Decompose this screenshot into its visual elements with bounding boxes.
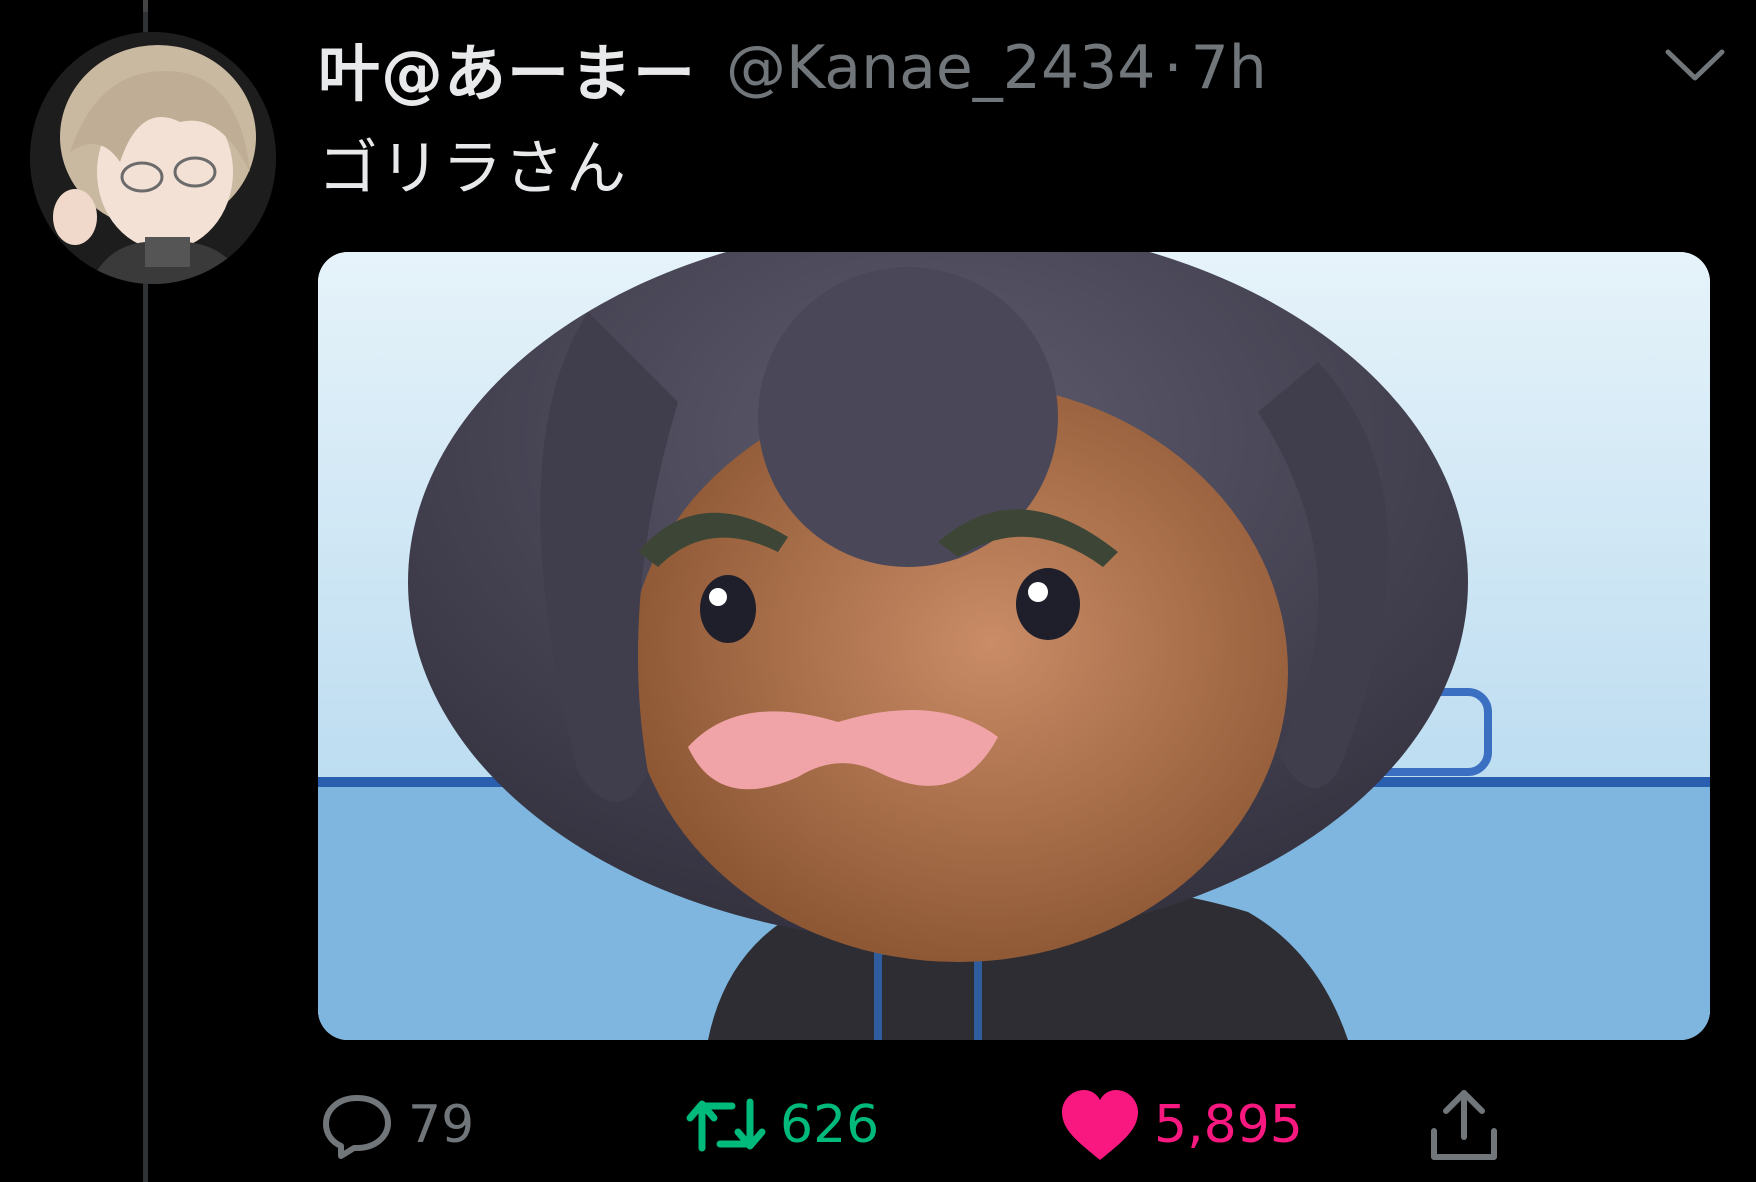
reply-button[interactable]: 79 xyxy=(318,1080,474,1170)
tweet-header: 叶@あーまー @Kanae_2434 · 7h xyxy=(318,28,1267,110)
reply-count: 79 xyxy=(408,1095,475,1155)
share-icon xyxy=(1431,1090,1497,1160)
share-button[interactable] xyxy=(1424,1080,1504,1170)
tweet-media-image[interactable] xyxy=(318,252,1710,1040)
thread-connector xyxy=(143,0,148,12)
heart-icon xyxy=(1062,1090,1138,1160)
user-handle[interactable]: @Kanae_2434 xyxy=(726,33,1155,103)
like-count: 5,895 xyxy=(1154,1095,1303,1155)
retweet-icon xyxy=(686,1098,766,1152)
reply-icon xyxy=(323,1095,391,1159)
tweet-text: ゴリラさん xyxy=(318,134,628,204)
timestamp[interactable]: 7h xyxy=(1191,33,1267,103)
display-name[interactable]: 叶@あーまー xyxy=(318,23,696,113)
tweet-actions: 79 626 5,895 xyxy=(318,1080,1718,1170)
retweet-button[interactable]: 626 xyxy=(684,1080,879,1170)
retweet-count: 626 xyxy=(780,1095,880,1155)
like-button[interactable]: 5,895 xyxy=(1058,1080,1303,1170)
avatar[interactable] xyxy=(30,32,276,284)
chevron-down-icon[interactable] xyxy=(1660,40,1730,90)
separator: · xyxy=(1163,33,1183,103)
